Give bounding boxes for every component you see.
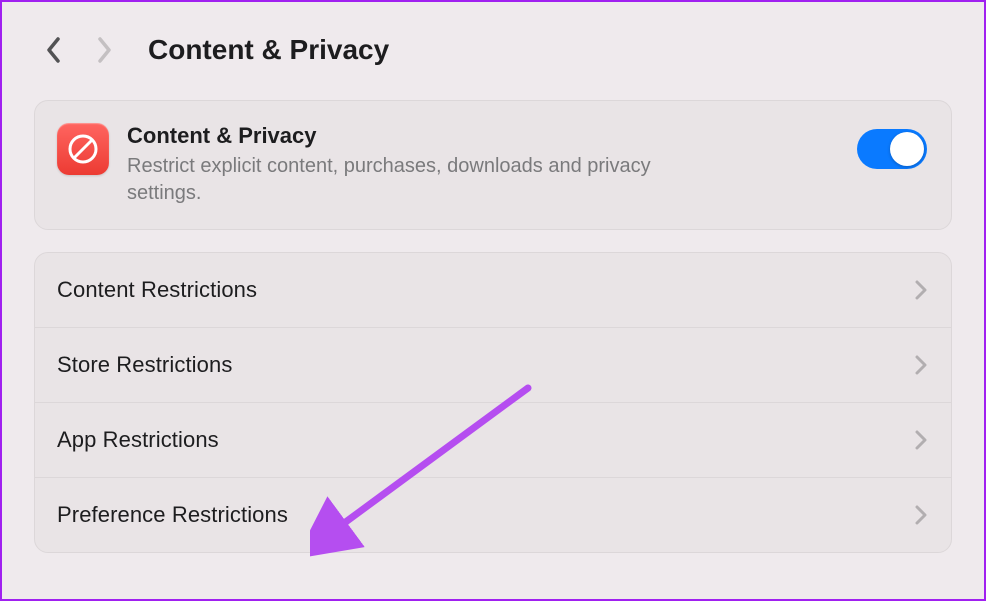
row-label: Store Restrictions: [57, 352, 232, 378]
chevron-right-icon: [915, 280, 927, 300]
row-label: Preference Restrictions: [57, 502, 288, 528]
back-button[interactable]: [46, 37, 62, 63]
chevron-right-icon: [915, 430, 927, 450]
row-app-restrictions[interactable]: App Restrictions: [35, 403, 951, 478]
row-label: App Restrictions: [57, 427, 219, 453]
row-content-restrictions[interactable]: Content Restrictions: [35, 253, 951, 328]
toggle-text: Content & Privacy Restrict explicit cont…: [127, 123, 839, 207]
toggle-description: Restrict explicit content, purchases, do…: [127, 153, 687, 207]
toggle-knob: [890, 132, 924, 166]
content-privacy-toggle-card: Content & Privacy Restrict explicit cont…: [34, 100, 952, 230]
no-entry-icon: [57, 123, 109, 175]
nav-arrows: [46, 37, 112, 63]
toggle-title: Content & Privacy: [127, 123, 839, 149]
row-preference-restrictions[interactable]: Preference Restrictions: [35, 478, 951, 552]
page-title: Content & Privacy: [148, 34, 389, 66]
restrictions-list: Content Restrictions Store Restrictions …: [34, 252, 952, 553]
header: Content & Privacy: [34, 34, 952, 66]
forward-button[interactable]: [96, 37, 112, 63]
chevron-right-icon: [915, 355, 927, 375]
row-store-restrictions[interactable]: Store Restrictions: [35, 328, 951, 403]
chevron-right-icon: [915, 505, 927, 525]
row-label: Content Restrictions: [57, 277, 257, 303]
content-privacy-toggle[interactable]: [857, 129, 927, 169]
